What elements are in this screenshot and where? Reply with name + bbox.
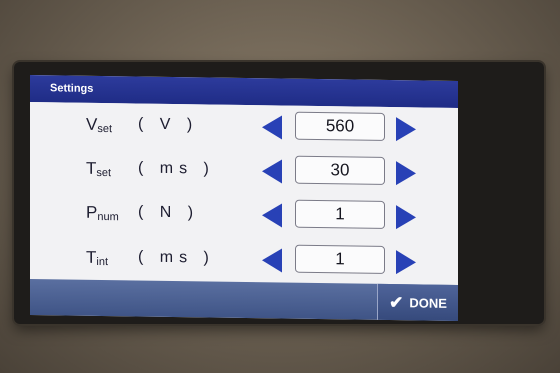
decrement-arrow-icon[interactable] xyxy=(262,159,282,184)
done-button[interactable]: ✔ DONE xyxy=(377,283,458,321)
value-field-tset[interactable]: 30 xyxy=(295,155,385,185)
done-label: DONE xyxy=(409,294,447,311)
increment-arrow-icon[interactable] xyxy=(396,161,416,186)
setting-label: Pnum xyxy=(86,202,119,224)
decrement-arrow-icon[interactable] xyxy=(262,203,282,228)
setting-unit: ( V ) xyxy=(138,115,199,134)
check-icon: ✔ xyxy=(389,292,404,312)
increment-arrow-icon[interactable] xyxy=(396,117,416,142)
setting-row-vset: Vset ( V ) 560 xyxy=(30,102,458,152)
setting-label: Tset xyxy=(86,158,112,180)
setting-label: Tint xyxy=(86,247,109,269)
value-field-tint[interactable]: 1 xyxy=(295,244,385,274)
setting-row-tset: Tset ( ms ) 30 xyxy=(30,146,458,196)
settings-screen: Settings Vset ( V ) 560 Tset ( ms ) 30 P… xyxy=(30,75,458,321)
setting-unit: ( ms ) xyxy=(138,159,215,178)
increment-arrow-icon[interactable] xyxy=(396,205,416,230)
settings-list: Vset ( V ) 560 Tset ( ms ) 30 Pnum ( N )… xyxy=(30,102,458,285)
setting-row-pnum: Pnum ( N ) 1 xyxy=(30,190,458,240)
increment-arrow-icon[interactable] xyxy=(396,250,416,275)
setting-row-tint: Tint ( ms ) 1 xyxy=(30,235,458,285)
decrement-arrow-icon[interactable] xyxy=(262,248,282,273)
value-field-pnum[interactable]: 1 xyxy=(295,199,385,229)
value-field-vset[interactable]: 560 xyxy=(295,111,385,141)
setting-label: Vset xyxy=(86,114,113,136)
setting-unit: ( N ) xyxy=(138,203,200,222)
decrement-arrow-icon[interactable] xyxy=(262,115,282,140)
footer-bar: ✔ DONE xyxy=(30,279,458,321)
setting-unit: ( ms ) xyxy=(138,248,215,267)
